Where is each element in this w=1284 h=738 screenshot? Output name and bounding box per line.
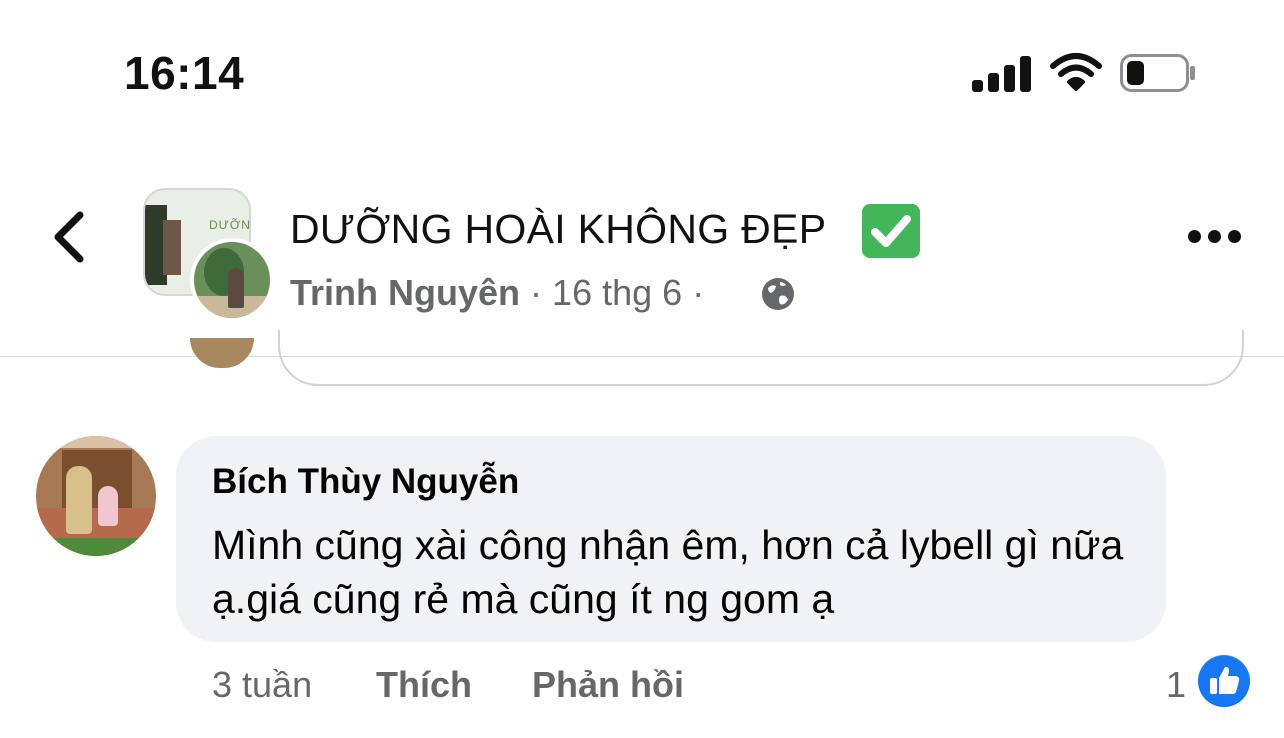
wifi-icon: [1050, 53, 1102, 91]
back-button[interactable]: [40, 205, 100, 269]
author-avatar[interactable]: [190, 238, 274, 322]
page-title[interactable]: DƯỠNG HOÀI KHÔNG ĐẸP: [290, 206, 826, 253]
like-button[interactable]: Thích: [376, 664, 472, 706]
post-author[interactable]: Trinh Nguyên: [290, 272, 520, 313]
previous-comment-avatar[interactable]: [190, 338, 254, 368]
comment-author[interactable]: Bích Thùy Nguyễn: [212, 462, 519, 502]
globe-icon: [762, 278, 794, 310]
meta-separator: ·: [692, 272, 705, 313]
thumbs-up-icon[interactable]: [1198, 655, 1250, 707]
post-date[interactable]: 16 thg 6: [552, 272, 682, 313]
comment-time[interactable]: 3 tuần: [212, 664, 312, 706]
page-logo-icon: DƯỠN: [209, 218, 251, 232]
more-horizontal-icon: [1188, 230, 1201, 243]
comment-text: Mình cũng xài công nhận êm, hơn cả lybel…: [212, 522, 1124, 622]
cellular-signal-icon: [972, 56, 1032, 92]
previous-comment-input[interactable]: [278, 330, 1244, 386]
meta-separator: ·: [530, 272, 543, 313]
more-options-button[interactable]: [1186, 228, 1242, 246]
status-time: 16:14: [124, 47, 245, 99]
reply-button[interactable]: Phản hồi: [532, 664, 684, 706]
commenter-avatar[interactable]: [36, 436, 156, 556]
green-checkmark-box-icon: [862, 204, 920, 258]
reaction-count[interactable]: 1: [1166, 664, 1186, 706]
battery-low-icon: [1120, 54, 1195, 92]
post-meta: Trinh Nguyên · 16 thg 6 ·: [290, 272, 704, 314]
chevron-left-icon: [54, 211, 84, 263]
